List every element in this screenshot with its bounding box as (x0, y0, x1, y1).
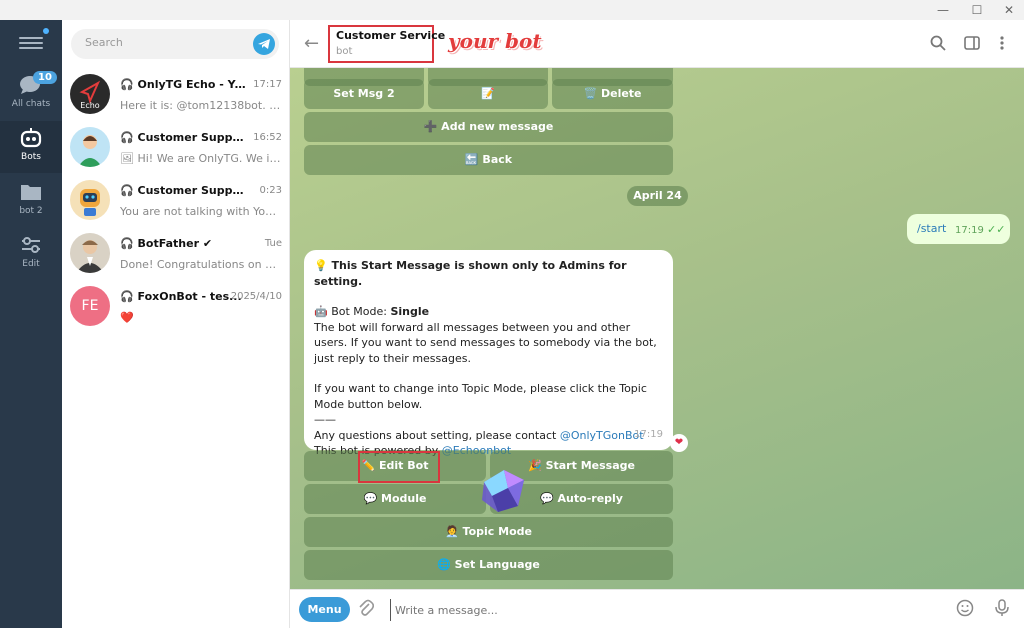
divider-text: —— (314, 413, 336, 426)
chat-time: 2025/4/10 (230, 291, 282, 302)
module-button[interactable]: 💬 Module (304, 484, 486, 514)
chat-list-panel: Search Echo 🎧 OnlyTG Echo - Your ... 17:… (62, 20, 290, 628)
window-titlebar: — ☐ ✕ (0, 0, 1024, 20)
hamburger-menu-icon[interactable] (19, 34, 43, 54)
contact-link[interactable]: @OnlyTGonBot (560, 429, 644, 442)
chat-preview: ❤️ (120, 311, 134, 324)
set-msg-2-button[interactable]: Set Msg 2 (304, 79, 424, 109)
search-input[interactable]: Search (71, 29, 279, 59)
avatar: FE (70, 286, 110, 326)
robot-icon (19, 127, 43, 149)
search-icon[interactable] (928, 35, 948, 55)
back-button[interactable]: 🔙 Back (304, 145, 673, 175)
admin-notice: 💡 This Start Message is shown only to Ad… (314, 259, 627, 288)
minimize-button[interactable]: — (928, 2, 958, 18)
chat-time: 0:23 (259, 185, 282, 196)
chat-item[interactable]: FE 🎧 FoxOnBot - tes... 2025/4/10 ❤️ (62, 282, 290, 335)
folder-bot-2[interactable]: bot 2 (0, 175, 62, 227)
notification-dot (43, 28, 49, 34)
edit-message-button[interactable]: 📝 (428, 79, 548, 109)
chat-name: 🎧 OnlyTG Echo - Your ... (120, 78, 250, 91)
chat-time: Tue (264, 238, 282, 249)
avatar (70, 180, 110, 220)
back-arrow-icon[interactable]: ← (304, 33, 319, 54)
folder-label: bot 2 (19, 206, 43, 216)
svg-text:Echo: Echo (80, 101, 100, 110)
folder-icon (19, 181, 43, 203)
set-language-button[interactable]: 🌐 Set Language (304, 550, 673, 580)
more-vertical-icon[interactable] (992, 35, 1012, 55)
folder-label: All chats (11, 99, 51, 109)
close-button[interactable]: ✕ (994, 2, 1024, 18)
folder-rail: 10 All chats Bots bot 2 Edit (0, 20, 62, 628)
sidebar-toggle-icon[interactable] (962, 35, 982, 55)
crystal-logo-icon (478, 466, 530, 516)
avatar (70, 127, 110, 167)
paperclip-icon[interactable] (358, 599, 375, 621)
bot-menu-button[interactable]: Menu (299, 597, 350, 622)
message-time: 17:19 (955, 225, 984, 236)
microphone-icon[interactable] (994, 599, 1010, 621)
folder-edit[interactable]: Edit (0, 228, 62, 280)
chat-preview: 🖼 Hi! We are OnlyTG. We intr... (120, 152, 282, 165)
add-new-message-button[interactable]: ➕ Add new message (304, 112, 673, 142)
mode-description: The bot will forward all messages betwee… (314, 320, 657, 365)
chat-title-box[interactable]: Customer Service bot (328, 25, 446, 63)
outgoing-command[interactable]: /start (917, 222, 946, 235)
folder-all-chats[interactable]: 10 All chats (0, 68, 62, 120)
emoji-icon[interactable] (956, 599, 974, 621)
message-input[interactable] (390, 599, 930, 621)
contact-text: Any questions about setting, please cont… (314, 428, 560, 442)
chat-time: 16:52 (253, 132, 282, 143)
chat-preview: You are not talking with Yousr... (120, 205, 282, 218)
unread-badge: 10 (33, 71, 57, 84)
chat-time: 17:17 (253, 79, 282, 90)
chat-subtitle: bot (336, 46, 353, 57)
topic-mode-button[interactable]: 🧑‍💼 Topic Mode (304, 517, 673, 547)
chat-item[interactable]: 🎧 BotFather ✔ Tue Done! Congratulations … (62, 229, 290, 282)
chat-name: 🎧 BotFather ✔ (120, 237, 213, 250)
avatar: Echo (70, 74, 110, 114)
chat-name: 🎧 Customer Support (120, 131, 250, 144)
delete-button[interactable]: 🗑️ Delete (552, 79, 673, 109)
chat-preview: Done! Congratulations on you... (120, 258, 282, 271)
chat-header: ← Customer Service bot your bot (290, 20, 1024, 68)
message-area: Set Msg 2 📝 🗑️ Delete ➕ Add new message … (290, 68, 1024, 589)
topic-mode-hint: If you want to change into Topic Mode, p… (314, 382, 647, 411)
chat-title: Customer Service (336, 29, 446, 42)
chat-name: 🎧 Customer Support (120, 184, 250, 197)
chat-item[interactable]: Echo 🎧 OnlyTG Echo - Your ... 17:17 Here… (62, 70, 290, 123)
avatar (70, 233, 110, 273)
highlight-box (358, 451, 440, 483)
folder-label: Bots (21, 152, 41, 162)
bot-mode-value: Single (390, 305, 430, 318)
heart-reaction[interactable]: ❤ (670, 434, 688, 452)
date-separator: April 24 (627, 186, 688, 206)
annotation-label: your bot (448, 29, 542, 53)
telegram-logo-icon (253, 33, 275, 55)
chat-item[interactable]: 🎧 Customer Support 0:23 You are not talk… (62, 176, 290, 229)
maximize-button[interactable]: ☐ (962, 2, 992, 18)
folder-label: Edit (22, 259, 40, 269)
folder-bots[interactable]: Bots (0, 121, 62, 173)
incoming-message: 💡 This Start Message is shown only to Ad… (304, 250, 673, 457)
search-placeholder: Search (85, 36, 123, 49)
double-check-icon: ✓✓ (987, 223, 1006, 236)
bot-mode-label: 🤖 Bot Mode: (314, 305, 391, 318)
message-composer: Menu (290, 589, 1024, 628)
outgoing-message: /start 17:19 ✓✓ (907, 214, 1010, 244)
chat-preview: Here it is: @tom12138bot. Wh... (120, 99, 282, 112)
sliders-icon (19, 234, 43, 256)
chat-item[interactable]: 🎧 Customer Support 16:52 🖼 Hi! We are On… (62, 123, 290, 176)
message-time: 17:19 (634, 428, 663, 440)
